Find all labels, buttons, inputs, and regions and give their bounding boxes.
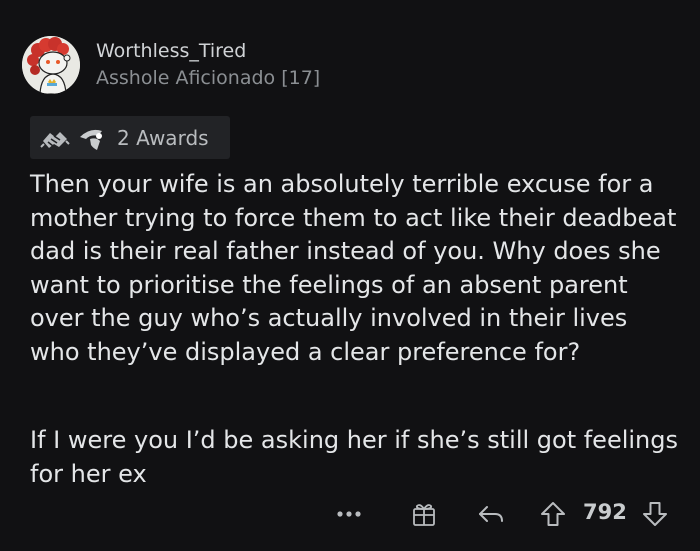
downvote-icon[interactable] bbox=[640, 496, 670, 532]
more-options-icon[interactable] bbox=[336, 496, 362, 532]
wholesome-award-icon bbox=[78, 123, 108, 153]
comment-card: Worthless_Tired Asshole Aficionado [17] … bbox=[0, 0, 700, 551]
user-flair: Asshole Aficionado [17] bbox=[96, 67, 321, 89]
give-award-icon[interactable] bbox=[409, 496, 439, 532]
reply-icon[interactable] bbox=[476, 496, 506, 532]
snoo-avatar-icon bbox=[22, 36, 80, 94]
awards-pill[interactable]: 2 Awards bbox=[30, 116, 230, 159]
vote-score: 792 bbox=[583, 500, 627, 524]
comment-action-bar: 792 bbox=[0, 496, 700, 532]
comment-paragraph: Then your wife is an absolutely terrible… bbox=[30, 170, 677, 366]
upvote-icon[interactable] bbox=[538, 496, 568, 532]
author-username[interactable]: Worthless_Tired bbox=[96, 40, 246, 62]
comment-paragraph: If I were you I’d be asking her if she’s… bbox=[30, 426, 678, 488]
awards-count-label: 2 Awards bbox=[117, 126, 209, 150]
handshake-award-icon bbox=[40, 123, 70, 153]
user-avatar[interactable] bbox=[22, 36, 80, 94]
